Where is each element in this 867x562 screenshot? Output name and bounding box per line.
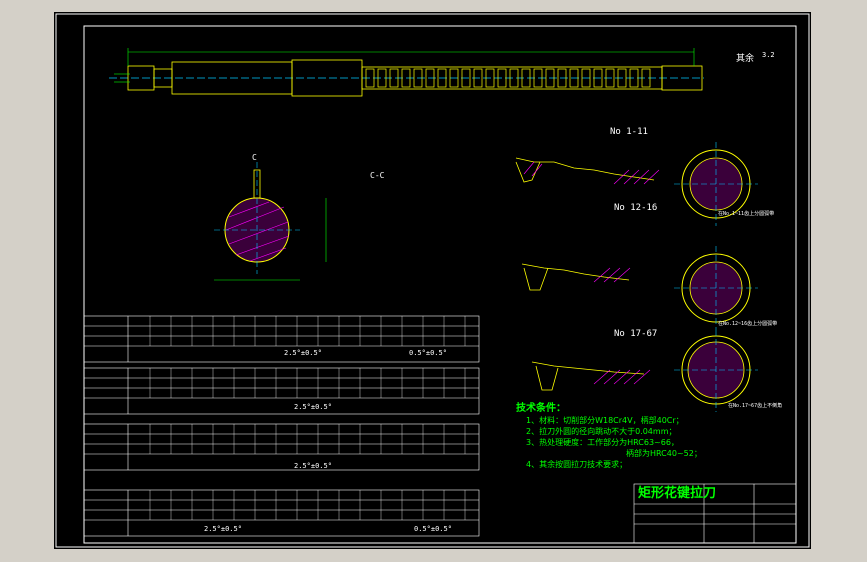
table4-angle-2: 0.5°±0.5° (414, 525, 452, 533)
tooth-profile-3 (531, 361, 645, 391)
tech-item-1: 1、材料：切削部分W18Cr4V，柄部40Cr； (526, 416, 684, 425)
tooth-profile-3-hatch (593, 369, 651, 385)
spline-section-3 (674, 330, 758, 412)
tech-title: 技术条件： (516, 403, 566, 414)
view-label-1: No 1-11 (610, 127, 648, 137)
tooth-profile-1-hatch (523, 161, 660, 185)
section-c-label: C (252, 153, 257, 162)
view-label-3: No 17-67 (614, 329, 658, 339)
tech-item-5: 4、其余按圆拉刀技术要求； (526, 460, 628, 469)
tooth-profile-2 (521, 263, 630, 291)
section-cc-label: C-C (370, 171, 385, 180)
tooth-profile-2-hatch (593, 267, 631, 283)
title-block-name: 矩形花键拉刀 (638, 486, 717, 501)
table1-angle-1: 2.5°±0.5° (284, 349, 322, 357)
note-3: 在No.17~67齿上不倒角 (728, 403, 783, 409)
table3-angle: 2.5°±0.5° (294, 462, 332, 470)
spline-section-2 (674, 246, 758, 330)
broach-side-view (109, 59, 704, 97)
section-cc-view (214, 162, 327, 281)
table4-angle-1: 2.5°±0.5° (204, 525, 242, 533)
tech-item-4: 柄部为HRC40~52； (626, 449, 702, 458)
top-note: 其余 (736, 54, 755, 64)
top-roughness: 3.2 (762, 51, 775, 59)
note-2: 在No.12~16齿上分圆弧带 (718, 321, 778, 327)
technical-requirements: 技术条件： 1、材料：切削部分W18Cr4V，柄部40Cr； 2、拉刀外圆的径向… (516, 404, 702, 472)
tech-item-3: 3、热处理硬度：工作部分为HRC63~66， (526, 438, 679, 447)
view-label-2: No 12-16 (614, 203, 658, 213)
tech-item-2: 2、拉刀外圆的径向跳动不大于0.04mm； (526, 427, 677, 436)
table1-angle-2: 0.5°±0.5° (409, 349, 447, 357)
top-dimension-lines (114, 48, 695, 83)
drawing-sheet: 其余 3.2 C C-C No 1-11 No 12-16 No 17-67 在… (54, 12, 811, 549)
note-1: 在No.1~11齿上分圆弧带 (718, 211, 775, 217)
table-columns (149, 316, 466, 520)
table2-angle: 2.5°±0.5° (294, 403, 332, 411)
